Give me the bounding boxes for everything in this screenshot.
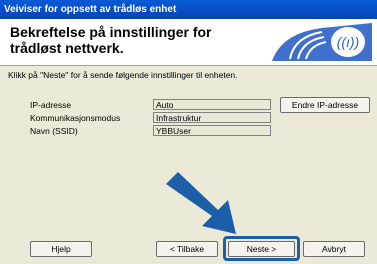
cancel-button-label: Avbryt [322,244,346,254]
ssid-field: YBBUser [153,125,271,136]
back-button-label: < Tilbake [169,244,205,254]
ip-address-label: IP-adresse [30,100,72,110]
header-panel: Bekreftelse på innstillinger for trådløs… [0,19,377,66]
help-button[interactable]: Hjelp [30,241,92,257]
page-title: Bekreftelse på innstillinger for trådløs… [10,24,212,56]
instruction-text: Klikk på "Neste" for å sende følgende in… [8,70,238,80]
change-ip-button-label: Endre IP-adresse [291,100,359,110]
back-button[interactable]: < Tilbake [156,241,218,257]
cancel-button[interactable]: Avbryt [303,241,365,257]
ip-address-field: Auto [153,99,271,110]
svg-text:((ı)): ((ı)) [337,34,360,50]
window-title: Veiviser for oppsett av trådløs enhet [0,0,377,19]
communication-mode-label: Kommunikasjonsmodus [30,113,121,123]
next-button[interactable]: Neste > [228,241,295,257]
wifi-logo-icon: ((ı)) [272,23,372,61]
wizard-window: Veiviser for oppsett av trådløs enhet Be… [0,0,377,264]
communication-mode-field: Infrastruktur [153,112,271,123]
help-button-label: Hjelp [51,244,71,254]
next-button-label: Neste > [246,244,277,254]
ssid-label: Navn (SSID) [30,126,78,136]
pointer-arrow-icon [166,172,236,234]
change-ip-button[interactable]: Endre IP-adresse [280,97,370,113]
